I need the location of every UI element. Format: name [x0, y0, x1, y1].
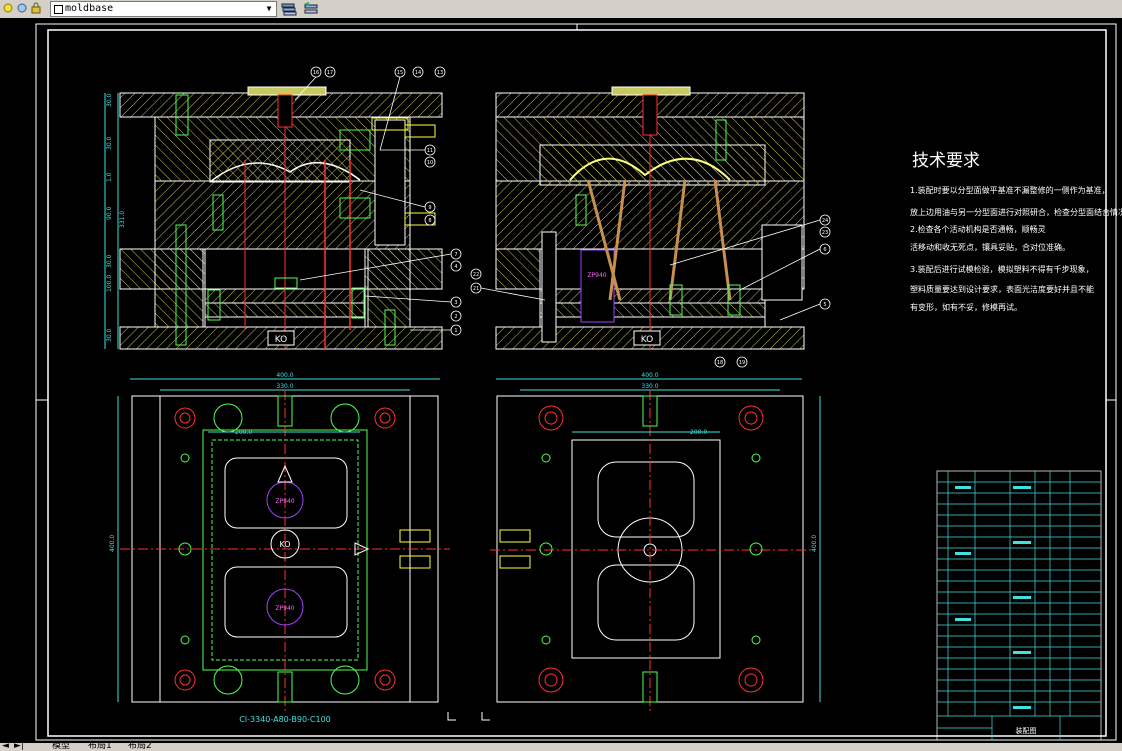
- svg-text:10: 10: [427, 160, 433, 166]
- svg-text:19: 19: [739, 360, 745, 366]
- svg-text:90.0: 90.0: [106, 206, 113, 220]
- tab-model[interactable]: 模型: [52, 743, 70, 751]
- svg-text:2.检查各个活动机构是否通畅，顺畅灵: 2.检查各个活动机构是否通畅，顺畅灵: [910, 224, 1046, 234]
- svg-text:15: 15: [397, 70, 403, 76]
- drawing-canvas[interactable]: KO 30.0 30.0 1.0 90.0 30.0 100.0 30.0 33…: [0, 18, 1122, 743]
- layer-properties-icon[interactable]: [281, 2, 297, 16]
- svg-text:1.装配时要以分型面做平基准不漏整修的一侧作为基准，: 1.装配时要以分型面做平基准不漏整修的一侧作为基准，: [910, 185, 1110, 195]
- technical-requirements: 技术要求 1.装配时要以分型面做平基准不漏整修的一侧作为基准， 放上边用油与另一…: [910, 151, 1122, 312]
- plan-view-moving-half: 400.0 330.0 200.0 400.0: [490, 372, 821, 712]
- svg-text:21: 21: [473, 286, 479, 292]
- svg-text:ZP940: ZP940: [275, 498, 294, 505]
- front-section-view: KO 30.0 30.0 1.0 90.0 30.0 100.0 30.0 33…: [104, 66, 462, 350]
- bottom-model-label: CI-3340-A80-B90-C100: [239, 715, 331, 724]
- svg-text:23: 23: [822, 230, 828, 236]
- svg-text:400.0: 400.0: [641, 372, 658, 379]
- svg-text:9: 9: [428, 205, 431, 211]
- svg-text:100.0: 100.0: [106, 275, 113, 292]
- svg-text:ZP940: ZP940: [275, 605, 294, 612]
- svg-text:塑料质量要达到设计要求，表面光洁度要好并且不能: 塑料质量要达到设计要求，表面光洁度要好并且不能: [910, 284, 1094, 294]
- svg-text:1: 1: [454, 328, 457, 334]
- svg-text:11: 11: [427, 148, 433, 154]
- side-section-view: ZP940 KO 22 21 24 23 6 5 18 19: [470, 86, 831, 368]
- layer-toolbar: moldbase ▼: [0, 0, 1122, 19]
- tab-nav-right[interactable]: ►|: [14, 743, 24, 751]
- svg-text:7: 7: [454, 252, 457, 258]
- title-block-name: 装配图: [1016, 726, 1037, 735]
- svg-text:400.0: 400.0: [811, 535, 818, 552]
- svg-text:14: 14: [415, 70, 421, 76]
- svg-text:8: 8: [428, 218, 431, 224]
- lock-icon[interactable]: [30, 2, 42, 14]
- svg-text:330.0: 330.0: [276, 383, 293, 390]
- svg-text:13: 13: [437, 70, 443, 76]
- title-block: [936, 470, 1102, 741]
- svg-text:330.0: 330.0: [641, 383, 658, 390]
- ko-label-front: KO: [275, 335, 288, 345]
- svg-text:放上边用油与另一分型面进行对照研合，检查分型面结合情况。: 放上边用油与另一分型面进行对照研合，检查分型面结合情况。: [910, 207, 1122, 217]
- svg-text:2: 2: [454, 314, 457, 320]
- tab-layout2[interactable]: 布局2: [128, 743, 152, 751]
- svg-text:ZP940: ZP940: [587, 272, 606, 279]
- tech-title: 技术要求: [912, 151, 980, 171]
- svg-text:22: 22: [473, 272, 479, 278]
- svg-text:17: 17: [327, 70, 333, 76]
- svg-text:400.0: 400.0: [276, 372, 293, 379]
- svg-text:16: 16: [313, 70, 319, 76]
- svg-text:30.0: 30.0: [106, 136, 113, 150]
- svg-text:18: 18: [717, 360, 723, 366]
- svg-text:1.0: 1.0: [106, 172, 113, 182]
- layout-tabs-bar: ◄ ►| 模型 布局1 布局2: [0, 743, 1122, 751]
- svg-text:6: 6: [823, 247, 826, 253]
- ko-label-side: KO: [641, 335, 654, 345]
- svg-text:200.0: 200.0: [235, 429, 252, 436]
- plan-view-fixed-half: 400.0 330.0 KO ZP940 ZP940 200.0 400.0 C…: [109, 372, 450, 724]
- layer-previous-icon[interactable]: [303, 2, 319, 16]
- mold-assembly-drawing: KO 30.0 30.0 1.0 90.0 30.0 100.0 30.0 33…: [35, 23, 1122, 741]
- svg-text:200.0: 200.0: [690, 429, 707, 436]
- svg-text:331.0: 331.0: [119, 211, 126, 228]
- tab-layout1[interactable]: 布局1: [88, 743, 112, 751]
- svg-text:400.0: 400.0: [109, 535, 116, 552]
- ko-label-plan: KO: [279, 540, 290, 549]
- svg-text:24: 24: [822, 218, 828, 224]
- dropdown-arrow-icon[interactable]: ▼: [264, 2, 274, 16]
- svg-text:30.0: 30.0: [106, 328, 113, 342]
- svg-text:活移动和收无死点，镶具妥贴，合对位准确。: 活移动和收无死点，镶具妥贴，合对位准确。: [910, 242, 1070, 252]
- tab-nav-left[interactable]: ◄: [2, 743, 9, 751]
- svg-text:4: 4: [454, 264, 457, 270]
- sun-icon[interactable]: [2, 2, 14, 14]
- svg-text:3.装配后进行试模检验，模拟塑料不得有千步现象，: 3.装配后进行试模检验，模拟塑料不得有千步现象，: [910, 264, 1094, 274]
- svg-text:30.0: 30.0: [106, 254, 113, 268]
- svg-text:5: 5: [823, 302, 826, 308]
- layer-name: moldbase: [65, 3, 114, 14]
- layer-state-icon[interactable]: [16, 2, 28, 14]
- layer-dropdown[interactable]: moldbase ▼: [50, 1, 277, 17]
- svg-text:3: 3: [454, 300, 457, 306]
- color-swatch-icon: [54, 5, 63, 14]
- svg-text:30.0: 30.0: [106, 93, 113, 107]
- svg-text:有变形，如有不妥，修模再试。: 有变形，如有不妥，修模再试。: [910, 302, 1022, 312]
